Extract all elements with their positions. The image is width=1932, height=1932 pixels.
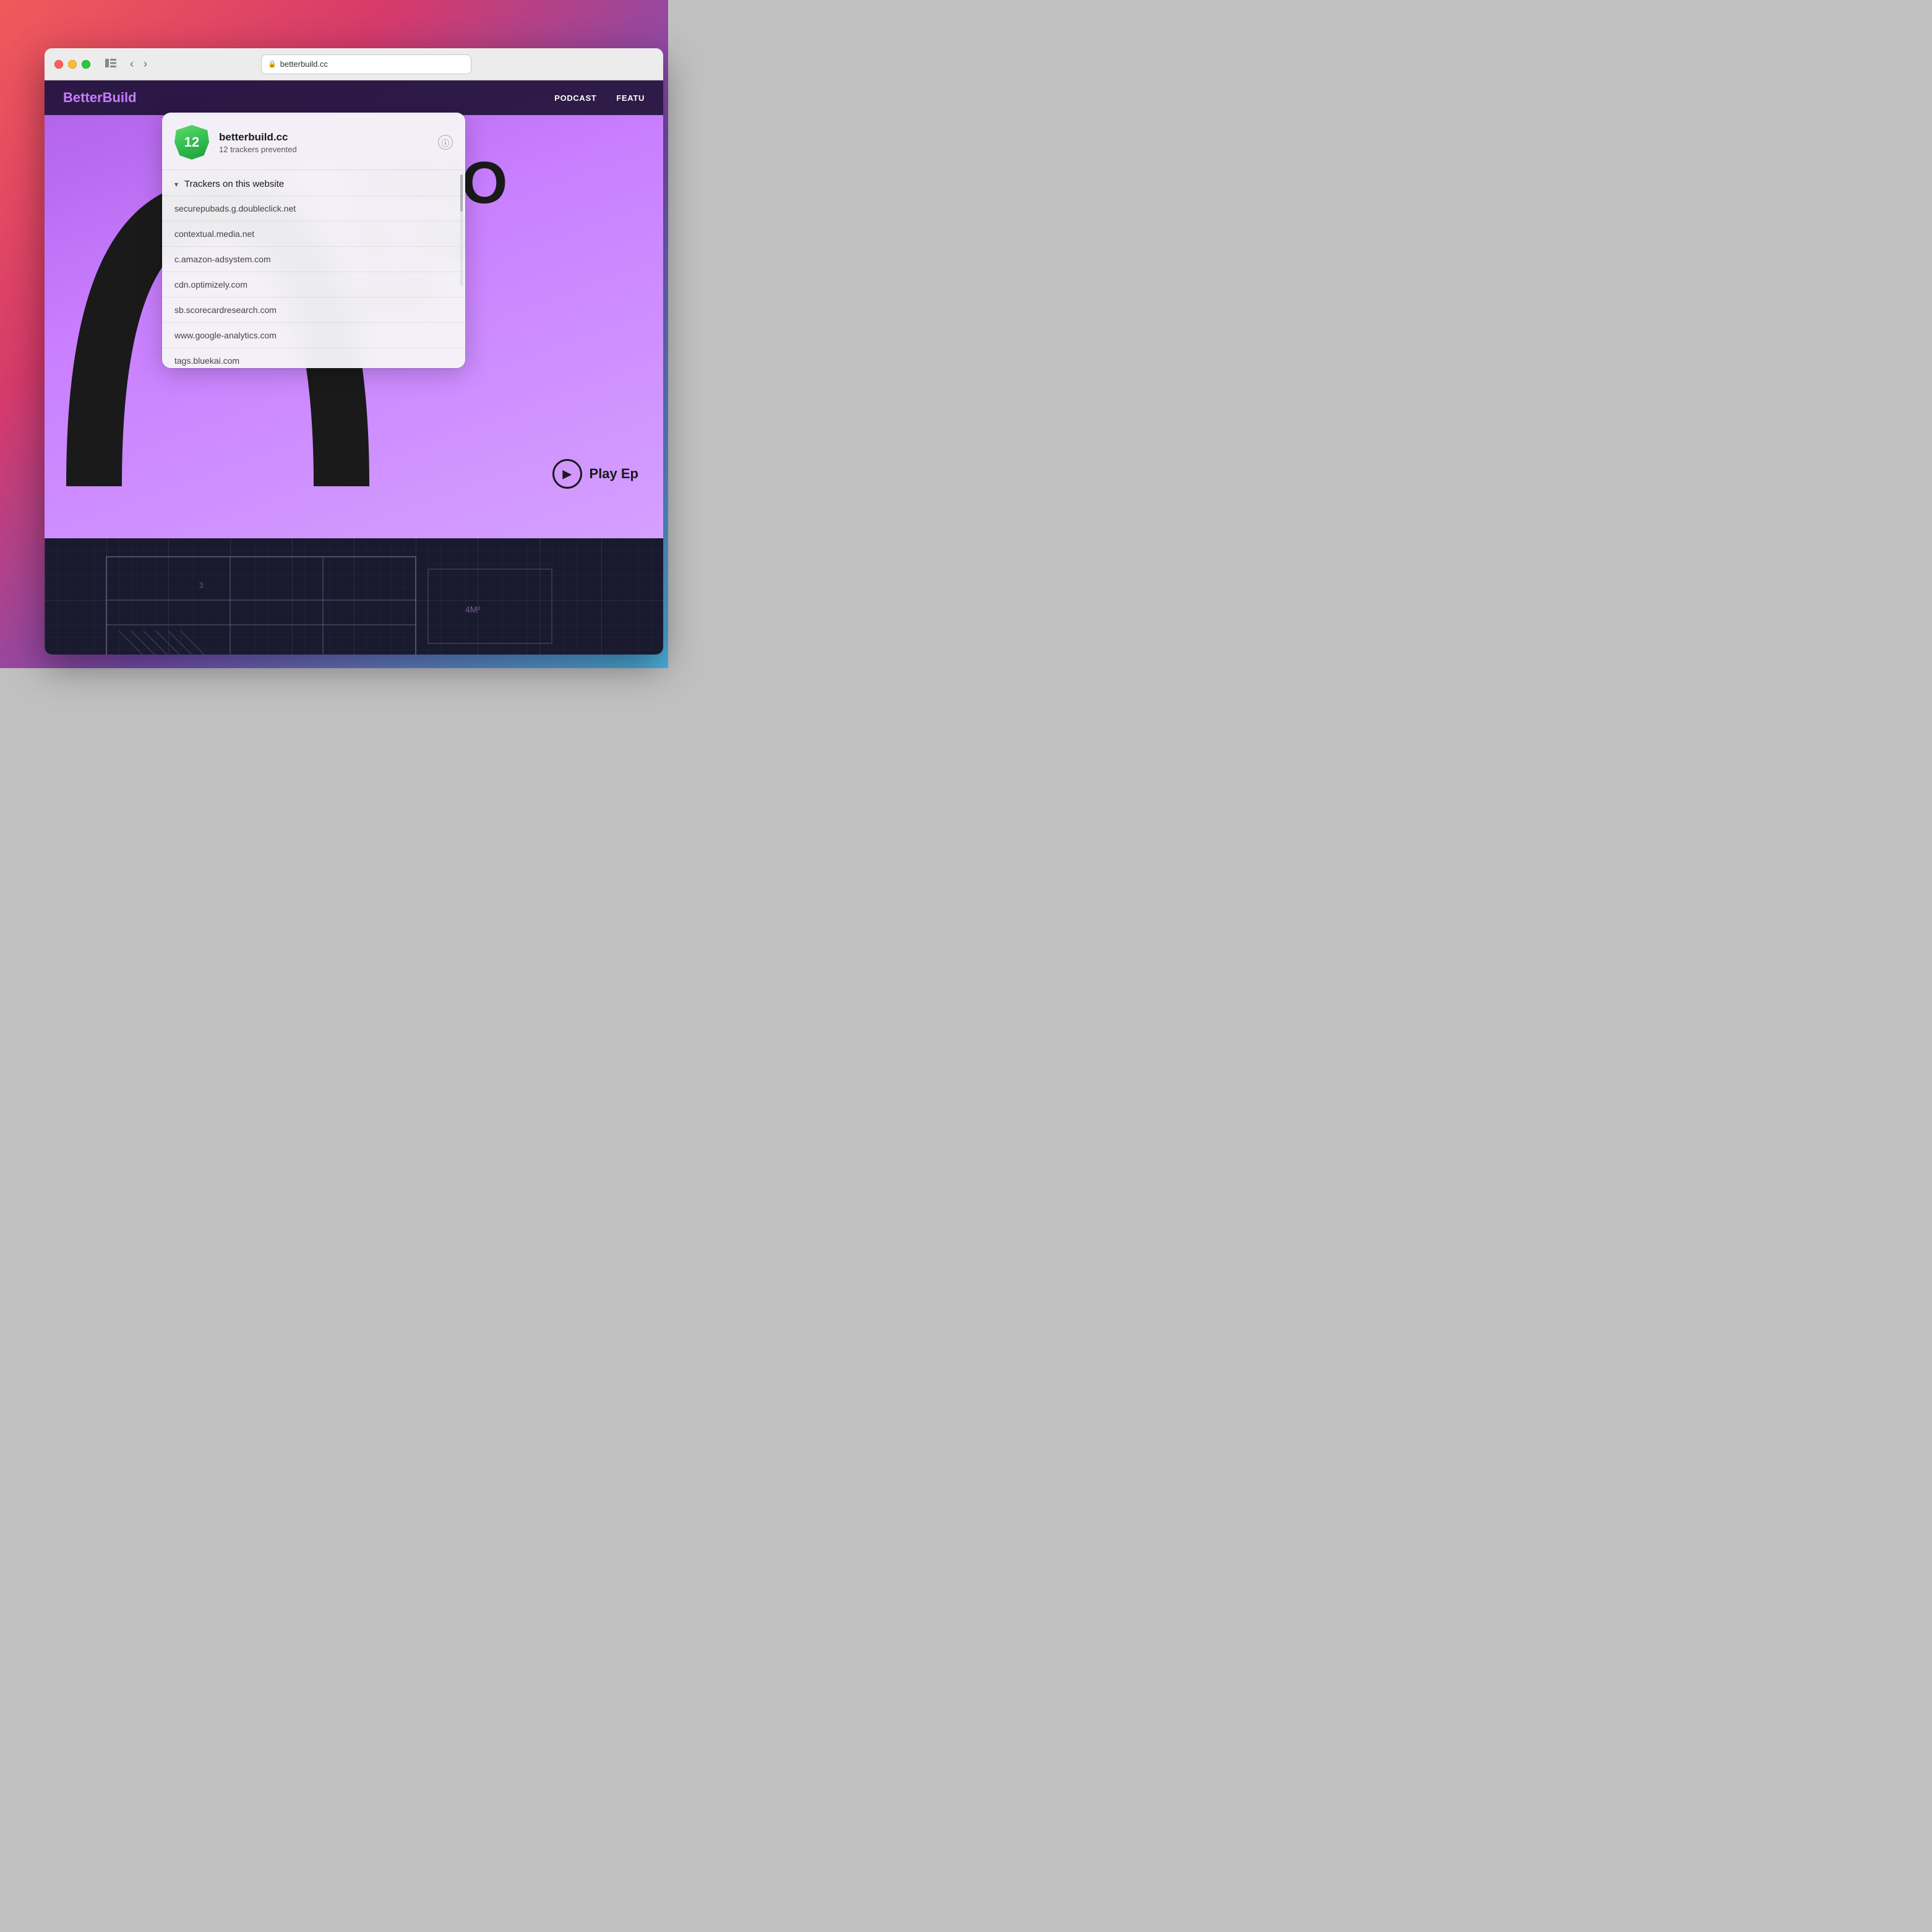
address-bar[interactable]: 🔒 betterbuild.cc [261,54,471,74]
play-button-area[interactable]: ▶ Play Ep [552,459,638,489]
chevron-down-icon: ▾ [174,180,178,189]
blueprint-section: 3700 3000 1400 3 4M² [45,538,663,655]
popup-trackers-count: 12 trackers prevented [219,145,428,154]
logo-text: BetterBu [63,90,121,105]
tracker-list: securepubads.g.doubleclick.net contextua… [162,195,465,368]
logo-highlight: ild [121,90,137,105]
list-item: sb.scorecardresearch.com [162,297,465,322]
list-item: cdn.optimizely.com [162,272,465,297]
website-content: BetterBuild PODCAST FEATU VISIO N IN AR [45,80,663,655]
info-button[interactable]: ⓘ [438,135,453,150]
site-nav: BetterBuild PODCAST FEATU [45,80,663,115]
url-text: betterbuild.cc [280,59,328,69]
popup-scrollbar[interactable] [460,174,463,286]
play-circle-icon[interactable]: ▶ [552,459,582,489]
svg-text:4M²: 4M² [465,604,480,614]
forward-button[interactable]: › [140,55,151,73]
list-item: securepubads.g.doubleclick.net [162,195,465,221]
popup-body[interactable]: ▾ Trackers on this website securepubads.… [162,170,465,368]
list-item: c.amazon-adsystem.com [162,246,465,272]
popup-site-info: betterbuild.cc 12 trackers prevented [219,131,428,154]
maximize-button[interactable] [82,60,90,69]
popup-scrollbar-thumb [460,174,463,212]
trackers-section-header[interactable]: ▾ Trackers on this website [162,170,465,195]
site-logo: BetterBuild [63,90,137,106]
play-label: Play Ep [590,466,638,482]
shield-tracker-count: 12 [184,134,199,150]
nav-features[interactable]: FEATU [616,93,645,103]
list-item: contextual.media.net [162,221,465,246]
lock-icon: 🔒 [268,60,277,68]
list-item: www.google-analytics.com [162,322,465,348]
svg-text:3: 3 [199,581,204,590]
traffic-lights [54,60,90,69]
list-item: tags.bluekai.com [162,348,465,368]
section-title: Trackers on this website [184,179,284,189]
popup-header: 12 betterbuild.cc 12 trackers prevented … [162,113,465,170]
privacy-popup: 12 betterbuild.cc 12 trackers prevented … [162,113,465,368]
popup-domain: betterbuild.cc [219,131,428,144]
minimize-button[interactable] [68,60,77,69]
nav-podcast[interactable]: PODCAST [554,93,596,103]
shield-badge: 12 [174,125,209,160]
site-nav-links: PODCAST FEATU [554,93,645,103]
nav-buttons: ‹ › [126,55,151,73]
title-bar: ‹ › 🔒 betterbuild.cc [45,48,663,80]
close-button[interactable] [54,60,63,69]
back-button[interactable]: ‹ [126,55,137,73]
sidebar-toggle-icon[interactable] [105,58,116,71]
browser-window: ‹ › 🔒 betterbuild.cc BetterBuild [45,48,663,655]
